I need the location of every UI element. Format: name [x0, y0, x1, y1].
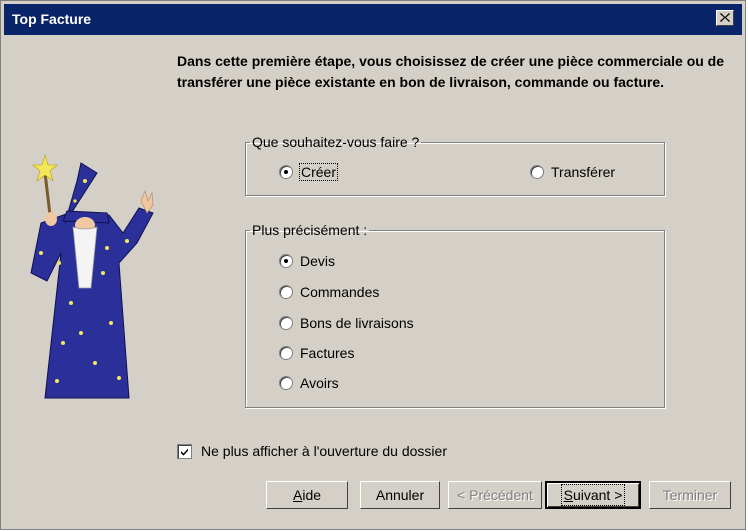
close-icon [720, 13, 730, 22]
radio-factures-label: Factures [300, 345, 355, 361]
action-group-legend: Que souhaitez-vous faire ? [252, 134, 420, 150]
cancel-button[interactable]: Annuler [360, 481, 440, 509]
radio-create-indicator[interactable] [279, 165, 293, 179]
intro-text: Dans cette première étape, vous choisiss… [177, 53, 725, 90]
radio-avoirs-indicator[interactable] [279, 376, 293, 390]
radio-create-label: Créer [298, 163, 339, 181]
check-icon [181, 448, 188, 456]
radio-avoirs-label: Avoirs [300, 375, 339, 391]
detail-group-legend: Plus précisément : [252, 222, 368, 238]
radio-transfer-label: Transférer [551, 164, 616, 180]
radio-bons-livraisons-indicator[interactable] [279, 316, 293, 330]
help-button[interactable]: Aide [266, 481, 348, 509]
radio-commandes-label: Commandes [300, 284, 380, 300]
dont-show-again-checkbox[interactable]: Ne plus afficher à l'ouverture du dossie… [177, 443, 447, 459]
radio-create[interactable]: Créer [279, 163, 339, 181]
radio-transfer-indicator[interactable] [530, 165, 544, 179]
radio-devis-label: Devis [300, 253, 336, 269]
radio-bons-livraisons[interactable]: Bons de livraisons [279, 315, 414, 331]
radio-bons-livraisons-label: Bons de livraisons [300, 315, 414, 331]
close-button[interactable] [716, 10, 734, 26]
wizard-illustration [30, 153, 154, 399]
radio-commandes-indicator[interactable] [279, 285, 293, 299]
radio-devis-indicator[interactable] [279, 254, 293, 268]
checkbox-indicator[interactable] [177, 443, 192, 459]
radio-factures-indicator[interactable] [279, 346, 293, 360]
help-button-label: Aide [292, 487, 322, 503]
radio-commandes[interactable]: Commandes [279, 284, 379, 300]
previous-button[interactable]: < Précédent [448, 481, 542, 509]
finish-button-label: Terminer [662, 487, 718, 503]
checkbox-label: Ne plus afficher à l'ouverture du dossie… [201, 443, 447, 459]
radio-devis[interactable]: Devis [279, 253, 335, 269]
previous-button-label: < Précédent [457, 487, 533, 503]
radio-factures[interactable]: Factures [279, 345, 354, 361]
title-bar[interactable]: Top Facture [4, 4, 742, 35]
radio-transfer[interactable]: Transférer [530, 164, 615, 180]
window-title: Top Facture [12, 11, 92, 27]
cancel-button-label: Annuler [375, 487, 425, 503]
next-button-label: Suivant > [560, 484, 626, 506]
next-button[interactable]: Suivant > [545, 481, 641, 509]
wizard-dialog: Top Facture Dans cette première étape, v… [0, 0, 746, 530]
finish-button[interactable]: Terminer [649, 481, 731, 509]
radio-avoirs[interactable]: Avoirs [279, 375, 339, 391]
